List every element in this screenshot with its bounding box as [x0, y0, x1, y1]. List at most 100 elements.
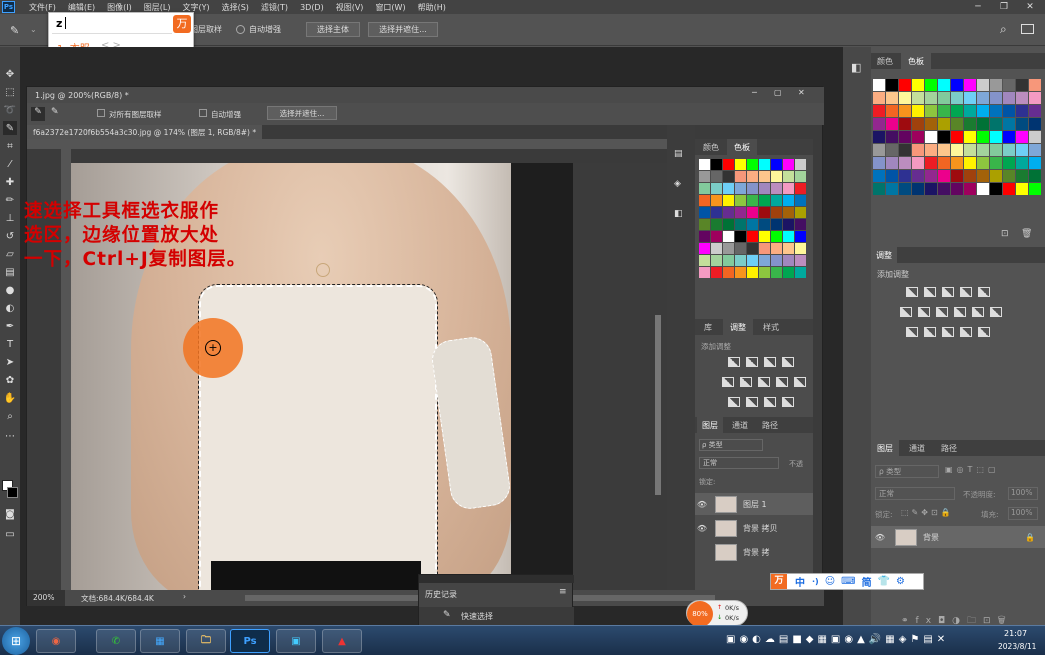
bw-icon[interactable]	[936, 307, 948, 317]
menu-file[interactable]: 文件(F)	[23, 2, 62, 13]
swatch[interactable]	[951, 79, 963, 91]
swatch[interactable]	[1016, 118, 1028, 130]
history-item[interactable]: ✎ 快速选择	[419, 607, 574, 625]
swatch[interactable]	[886, 79, 898, 91]
swatch[interactable]	[1029, 170, 1041, 182]
swatch[interactable]	[886, 144, 898, 156]
swatch[interactable]	[990, 79, 1002, 91]
gradient-tool-icon[interactable]: ▤	[3, 265, 17, 279]
mixer-icon[interactable]	[972, 307, 984, 317]
adjust-tab[interactable]: 调整	[871, 247, 897, 263]
swatch[interactable]	[990, 131, 1002, 143]
swatch[interactable]	[1003, 131, 1015, 143]
swatch[interactable]	[1029, 79, 1041, 91]
invert-icon[interactable]	[906, 327, 918, 337]
swatch[interactable]	[873, 157, 885, 169]
swatch[interactable]	[899, 105, 911, 117]
menu-select[interactable]: 选择(S)	[216, 2, 255, 13]
swatch[interactable]	[925, 105, 937, 117]
swatch[interactable]	[899, 157, 911, 169]
swatch[interactable]	[977, 144, 989, 156]
doc-close-icon[interactable]: ✕	[798, 88, 805, 97]
vertical-scrollbar[interactable]	[655, 315, 661, 495]
panel-collapse-icon[interactable]: ◧	[851, 61, 861, 74]
swatch[interactable]	[899, 118, 911, 130]
swatch[interactable]	[1003, 170, 1015, 182]
swatch[interactable]	[899, 79, 911, 91]
swatch[interactable]	[912, 157, 924, 169]
exposure-icon[interactable]	[960, 287, 972, 297]
levels-icon[interactable]	[924, 287, 936, 297]
history-grip[interactable]	[419, 575, 574, 583]
history-brush-icon[interactable]: ↺	[3, 229, 17, 243]
swatch[interactable]	[938, 79, 950, 91]
swatch[interactable]	[873, 105, 885, 117]
menu-view[interactable]: 视图(V)	[330, 2, 370, 13]
lookup-icon[interactable]	[990, 307, 1002, 317]
swatch[interactable]	[925, 144, 937, 156]
taskbar-wechat-icon[interactable]: ✆	[96, 629, 136, 653]
tool-preset-chevron-icon[interactable]: ⌄	[30, 25, 37, 34]
swatch[interactable]	[899, 92, 911, 104]
swatch[interactable]	[912, 131, 924, 143]
start-button-icon[interactable]: ⊞	[2, 627, 30, 655]
restore-icon[interactable]: ❐	[991, 0, 1017, 14]
select-and-mask-button[interactable]: 选择并遮住...	[368, 22, 438, 37]
swatch[interactable]	[964, 170, 976, 182]
swatch[interactable]	[925, 183, 937, 195]
swatch[interactable]	[899, 144, 911, 156]
crop-tool-icon[interactable]: ⌗	[3, 139, 17, 153]
document-size[interactable]: 文档:684.4K/684.4K	[81, 593, 154, 604]
swatch[interactable]	[1003, 118, 1015, 130]
swatch[interactable]	[951, 92, 963, 104]
swatch[interactable]	[938, 105, 950, 117]
curves-icon[interactable]	[942, 287, 954, 297]
swatch[interactable]	[964, 92, 976, 104]
ime-chinese-mode[interactable]: 中	[795, 574, 805, 589]
history-title[interactable]: 历史记录	[425, 589, 457, 600]
blend-mode-select[interactable]: 正常	[875, 487, 955, 500]
pen-tool-icon[interactable]: ✒	[3, 319, 17, 333]
swatch[interactable]	[1003, 157, 1015, 169]
swatch[interactable]	[951, 105, 963, 117]
auto-enhance-checkbox[interactable]	[236, 25, 245, 34]
swatch[interactable]	[886, 157, 898, 169]
close-icon[interactable]: ✕	[1017, 0, 1043, 14]
swatch[interactable]	[912, 144, 924, 156]
posterize-icon[interactable]	[924, 327, 936, 337]
swatch[interactable]	[925, 92, 937, 104]
swatch[interactable]	[990, 183, 1002, 195]
swatch[interactable]	[990, 92, 1002, 104]
brush-tool-icon[interactable]: ✏	[3, 193, 17, 207]
swatch[interactable]	[1029, 183, 1041, 195]
search-icon[interactable]: ⌕	[1000, 22, 1007, 37]
dodge-tool-icon[interactable]: ◐	[3, 301, 17, 315]
taskbar-app-icon[interactable]: ▦	[140, 629, 180, 653]
swatch[interactable]	[977, 105, 989, 117]
layer-kind-filter[interactable]: ρ 类型	[875, 465, 939, 478]
swatch-grid[interactable]	[873, 79, 1041, 195]
opacity-input[interactable]: 100%	[1008, 487, 1038, 500]
doc-restore-icon[interactable]: ▢	[774, 88, 782, 97]
swatch[interactable]	[873, 79, 885, 91]
hand-tool-icon[interactable]: ✋	[3, 391, 17, 405]
swatch[interactable]	[938, 144, 950, 156]
swatch[interactable]	[990, 144, 1002, 156]
screen-mode-icon[interactable]: ▭	[3, 527, 17, 541]
quick-select-tool-icon[interactable]: ✎	[3, 121, 17, 135]
menu-3d[interactable]: 3D(D)	[294, 3, 330, 12]
lasso-tool-icon[interactable]: ➰	[3, 103, 17, 117]
zoom-tool-icon[interactable]: ⌕	[3, 409, 17, 423]
swatch[interactable]	[873, 92, 885, 104]
swatch[interactable]	[1003, 79, 1015, 91]
clock-time[interactable]: 21:07	[1004, 629, 1027, 638]
ime-punct-icon[interactable]: ·)	[812, 577, 819, 586]
swatch[interactable]	[1016, 183, 1028, 195]
swatch[interactable]	[886, 118, 898, 130]
swatch[interactable]	[899, 131, 911, 143]
swatch[interactable]	[964, 105, 976, 117]
swatch[interactable]	[964, 157, 976, 169]
taskbar-chrome-icon[interactable]: ◉	[36, 629, 76, 653]
swatch[interactable]	[1016, 157, 1028, 169]
color-tab[interactable]: 颜色	[871, 53, 899, 69]
